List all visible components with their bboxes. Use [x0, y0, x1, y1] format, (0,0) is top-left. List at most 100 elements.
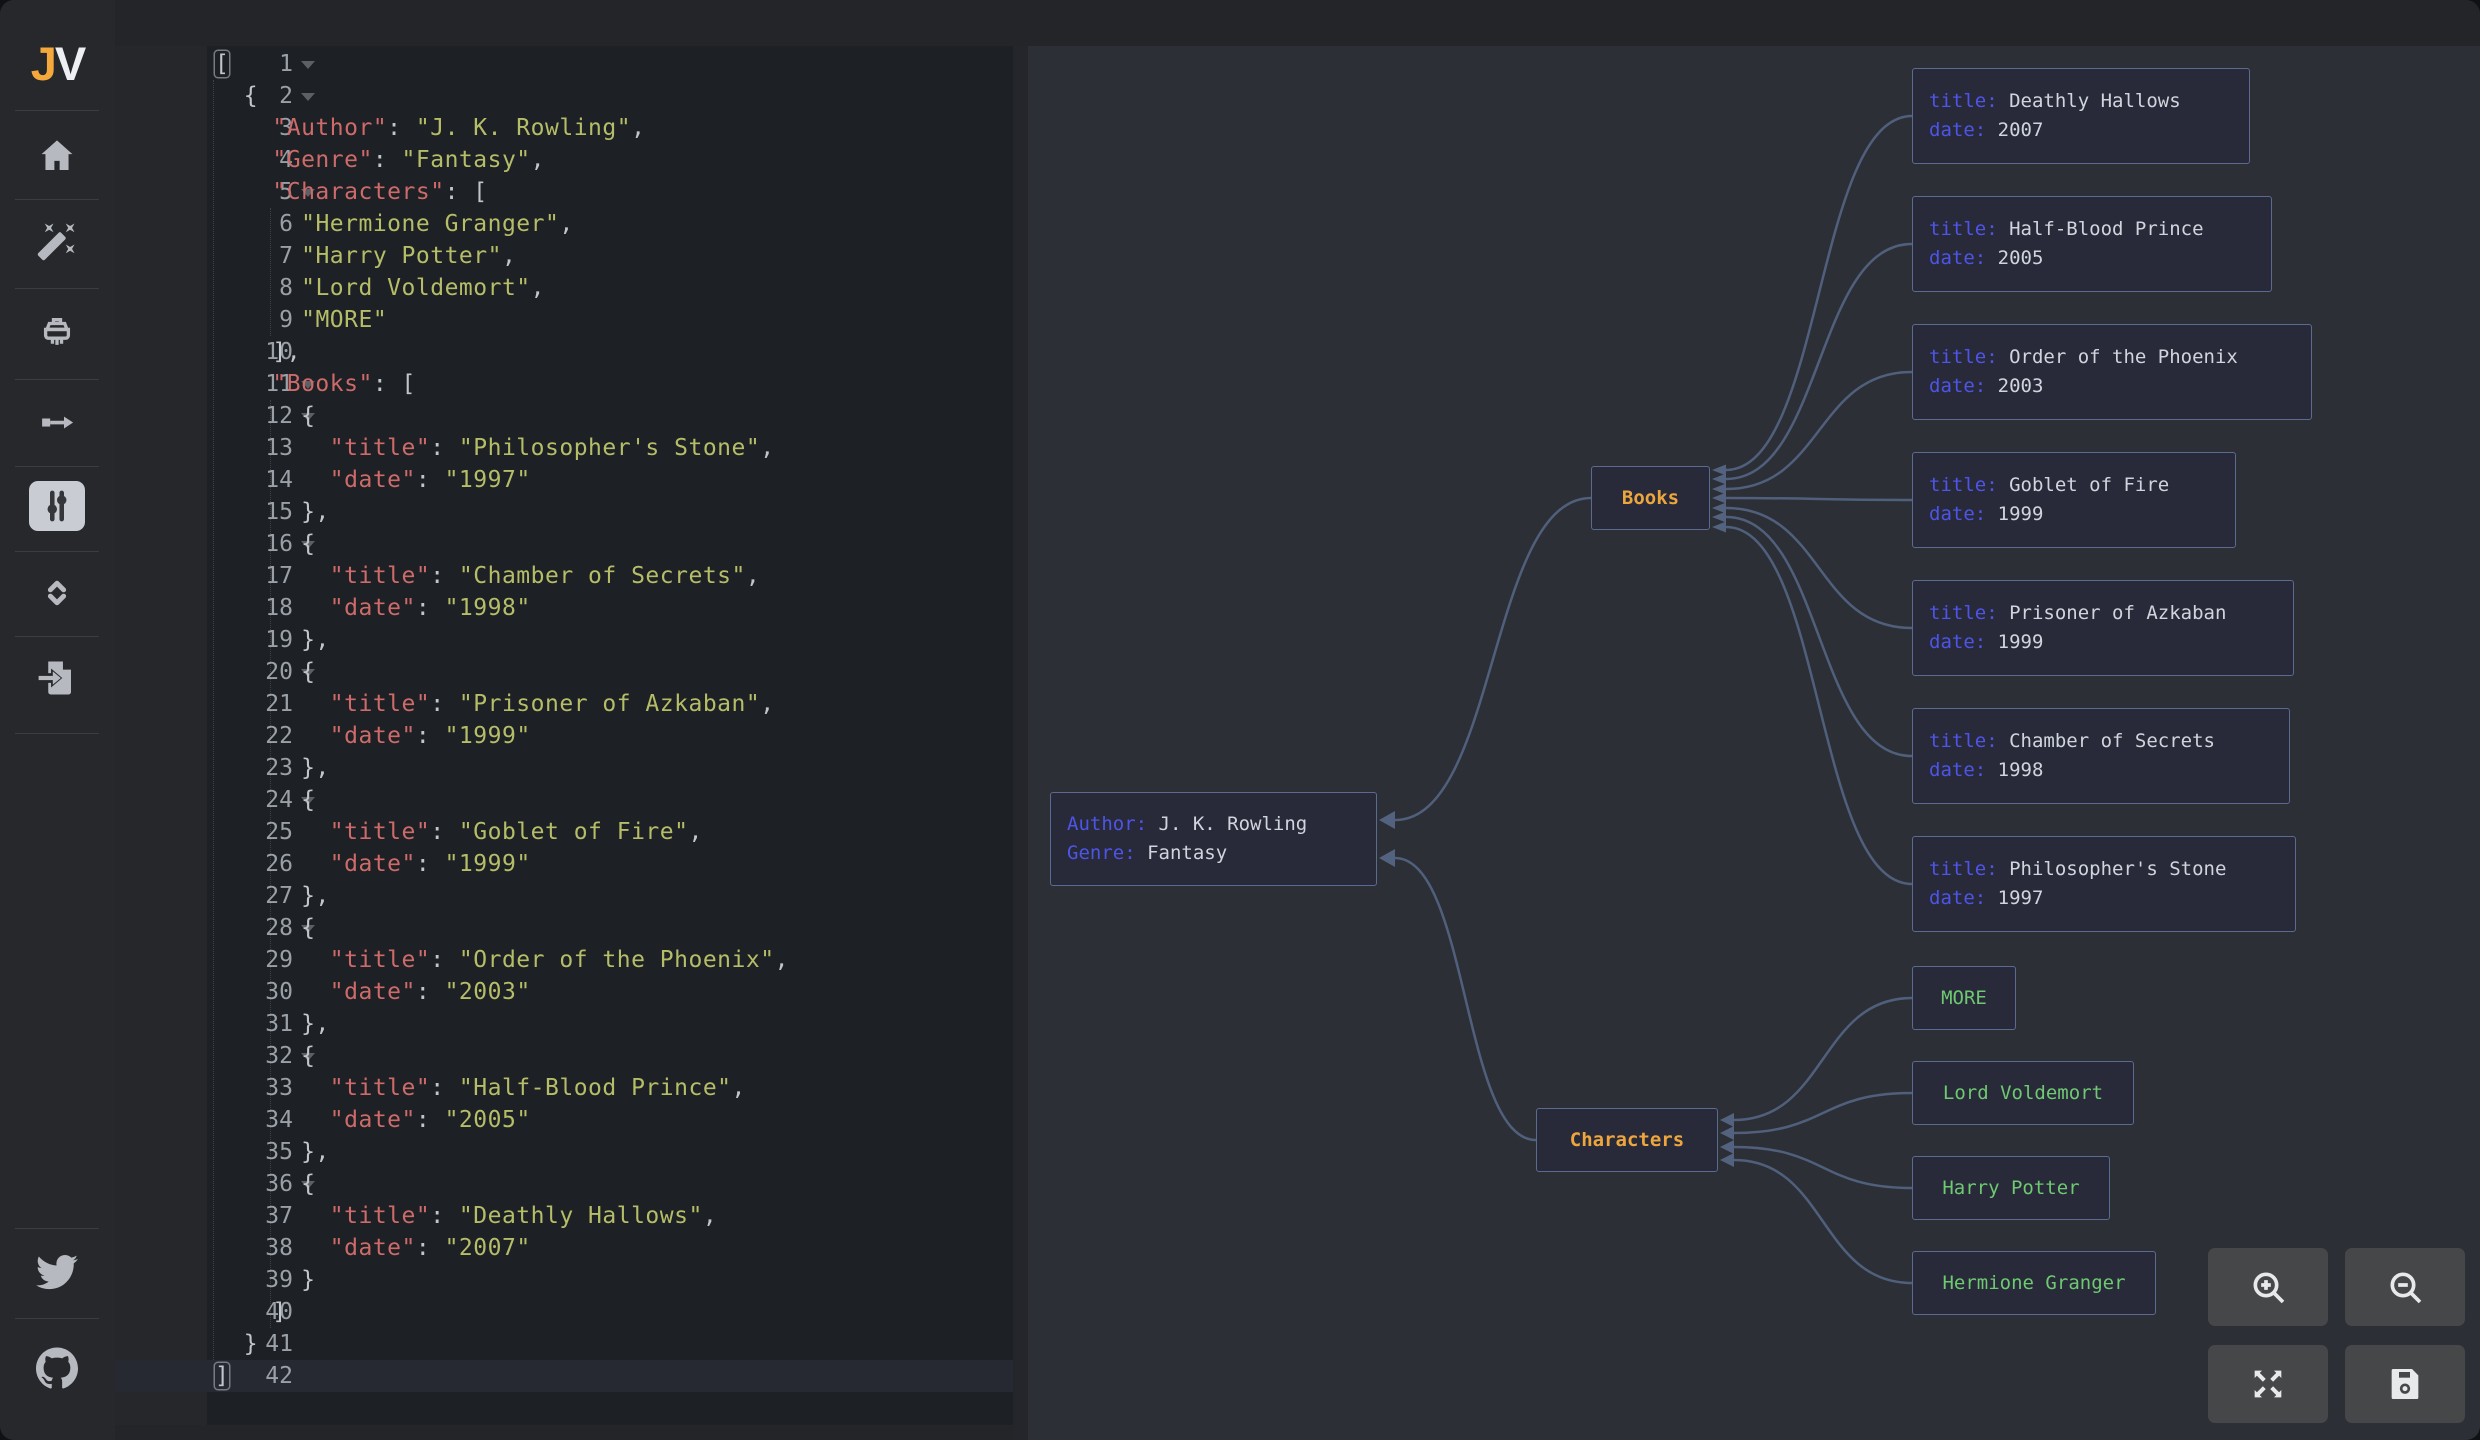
- code-text: "title": "Half-Blood Prince",: [215, 1072, 746, 1104]
- editor-line-26[interactable]: 26 "date": "1999": [115, 848, 1013, 880]
- char-lord-voldemort[interactable]: Lord Voldemort: [1912, 1061, 2134, 1125]
- code-text: {: [215, 656, 315, 688]
- sidebar-item-auto-format[interactable]: [33, 217, 81, 265]
- edge-arrowhead-icon: [1712, 503, 1726, 514]
- editor-line-21[interactable]: 21 "title": "Prisoner of Azkaban",: [115, 688, 1013, 720]
- graph-edge: [1734, 1093, 1912, 1133]
- book-philosophers-stone[interactable]: title: Philosopher's Stonedate: 1997: [1912, 836, 2296, 932]
- sidebar-item-home[interactable]: [33, 132, 81, 180]
- panel-resize-handle[interactable]: [1013, 46, 1028, 1440]
- code-text: {: [215, 400, 315, 432]
- editor-line-17[interactable]: 17 "title": "Chamber of Secrets",: [115, 560, 1013, 592]
- sidebar-item-import[interactable]: [33, 654, 81, 702]
- sidebar-divider: [15, 733, 99, 734]
- edge-arrowhead-icon: [1712, 512, 1726, 523]
- editor-line-9[interactable]: 9 "MORE": [115, 304, 1013, 336]
- node-row: date: 2005: [1913, 244, 2271, 273]
- code-text: },: [215, 496, 330, 528]
- sidebar-item-filters[interactable]: [29, 481, 85, 531]
- book-half-blood-prince[interactable]: title: Half-Blood Princedate: 2005: [1912, 196, 2272, 292]
- editor-line-16[interactable]: 16 {: [115, 528, 1013, 560]
- fullscreen-button[interactable]: [2208, 1345, 2328, 1423]
- editor-line-39[interactable]: 39 }: [115, 1264, 1013, 1296]
- editor-line-30[interactable]: 30 "date": "2003": [115, 976, 1013, 1008]
- editor-line-36[interactable]: 36 {: [115, 1168, 1013, 1200]
- char-more[interactable]: MORE: [1912, 966, 2016, 1030]
- editor-line-38[interactable]: 38 "date": "2007": [115, 1232, 1013, 1264]
- editor-line-22[interactable]: 22 "date": "1999": [115, 720, 1013, 752]
- sidebar-item-github[interactable]: [33, 1344, 81, 1392]
- editor-line-8[interactable]: 8 "Lord Voldemort",: [115, 272, 1013, 304]
- editor-line-15[interactable]: 15 },: [115, 496, 1013, 528]
- logo-letter-v: V: [55, 37, 84, 90]
- editor-line-14[interactable]: 14 "date": "1997": [115, 464, 1013, 496]
- editor-line-5[interactable]: 5 "Characters": [: [115, 176, 1013, 208]
- sidebar-divider: [15, 288, 99, 289]
- node-row: date: 1997: [1913, 884, 2295, 913]
- graph-edge: [1726, 527, 1912, 884]
- editor-line-12[interactable]: 12 {: [115, 400, 1013, 432]
- book-order-of-the-phoenix[interactable]: title: Order of the Phoenixdate: 2003: [1912, 324, 2312, 420]
- editor-line-18[interactable]: 18 "date": "1998": [115, 592, 1013, 624]
- editor-line-11[interactable]: 11 "Books": [: [115, 368, 1013, 400]
- logo-letter-j: J: [31, 37, 55, 90]
- char-harry-potter[interactable]: Harry Potter: [1912, 1156, 2110, 1220]
- code-text: "date": "2007": [215, 1232, 531, 1264]
- editor-line-42[interactable]: 42]: [115, 1360, 1013, 1392]
- github-icon: [36, 1347, 78, 1389]
- editor-line-3[interactable]: 3 "Author": "J. K. Rowling",: [115, 112, 1013, 144]
- editor-line-29[interactable]: 29 "title": "Order of the Phoenix",: [115, 944, 1013, 976]
- editor-line-6[interactable]: 6 "Hermione Granger",: [115, 208, 1013, 240]
- fold-toggle-icon[interactable]: [301, 61, 315, 69]
- save-button[interactable]: [2345, 1345, 2465, 1423]
- graph-edge: [1726, 244, 1912, 479]
- char-hermione-granger[interactable]: Hermione Granger: [1912, 1251, 2156, 1315]
- editor-line-40[interactable]: 40 ]: [115, 1296, 1013, 1328]
- editor-line-25[interactable]: 25 "title": "Goblet of Fire",: [115, 816, 1013, 848]
- sidebar-item-fold[interactable]: [33, 569, 81, 617]
- json-editor[interactable]: 1[2 {3 "Author": "J. K. Rowling",4 "Genr…: [115, 46, 1013, 1425]
- editor-line-32[interactable]: 32 {: [115, 1040, 1013, 1072]
- author-node[interactable]: Author: J. K. RowlingGenre: Fantasy: [1050, 792, 1377, 886]
- editor-line-41[interactable]: 41 }: [115, 1328, 1013, 1360]
- sidebar-item-clear[interactable]: [33, 310, 81, 358]
- editor-line-7[interactable]: 7 "Harry Potter",: [115, 240, 1013, 272]
- code-text: "Lord Voldemort",: [215, 272, 545, 304]
- book-goblet-of-fire[interactable]: title: Goblet of Firedate: 1999: [1912, 452, 2236, 548]
- code-text: ]: [215, 1296, 287, 1328]
- code-text: },: [215, 624, 330, 656]
- editor-line-27[interactable]: 27 },: [115, 880, 1013, 912]
- editor-line-10[interactable]: 10 ],: [115, 336, 1013, 368]
- editor-line-23[interactable]: 23 },: [115, 752, 1013, 784]
- editor-line-31[interactable]: 31 },: [115, 1008, 1013, 1040]
- editor-line-34[interactable]: 34 "date": "2005": [115, 1104, 1013, 1136]
- editor-line-28[interactable]: 28 {: [115, 912, 1013, 944]
- book-chamber-of-secrets[interactable]: title: Chamber of Secretsdate: 1998: [1912, 708, 2290, 804]
- editor-line-37[interactable]: 37 "title": "Deathly Hallows",: [115, 1200, 1013, 1232]
- editor-line-19[interactable]: 19 },: [115, 624, 1013, 656]
- editor-line-35[interactable]: 35 },: [115, 1136, 1013, 1168]
- editor-top-strip: [115, 0, 2480, 46]
- editor-line-20[interactable]: 20 {: [115, 656, 1013, 688]
- fullscreen-icon: [2248, 1364, 2288, 1404]
- sidebar-item-direction[interactable]: [33, 398, 81, 446]
- editor-line-13[interactable]: 13 "title": "Philosopher's Stone",: [115, 432, 1013, 464]
- book-prisoner-of-azkaban[interactable]: title: Prisoner of Azkabandate: 1999: [1912, 580, 2294, 676]
- editor-line-4[interactable]: 4 "Genre": "Fantasy",: [115, 144, 1013, 176]
- characters-node[interactable]: Characters: [1536, 1108, 1718, 1172]
- graph-edge: [1395, 498, 1591, 820]
- graph-panel[interactable]: Author: J. K. RowlingGenre: Fantasy Books…: [1028, 46, 2480, 1440]
- app-logo[interactable]: JV: [0, 36, 115, 91]
- sidebar-item-twitter[interactable]: [33, 1248, 81, 1296]
- editor-line-1[interactable]: 1[: [115, 48, 1013, 80]
- editor-line-2[interactable]: 2 {: [115, 80, 1013, 112]
- node-row: date: 2007: [1913, 116, 2249, 145]
- editor-line-33[interactable]: 33 "title": "Half-Blood Prince",: [115, 1072, 1013, 1104]
- fold-toggle-icon[interactable]: [301, 93, 315, 101]
- editor-line-24[interactable]: 24 {: [115, 784, 1013, 816]
- sliders-icon: [36, 485, 78, 527]
- books-node[interactable]: Books: [1591, 466, 1710, 530]
- zoom-out-button[interactable]: [2345, 1248, 2465, 1326]
- zoom-in-button[interactable]: [2208, 1248, 2328, 1326]
- book-deathly-hallows[interactable]: title: Deathly Hallowsdate: 2007: [1912, 68, 2250, 164]
